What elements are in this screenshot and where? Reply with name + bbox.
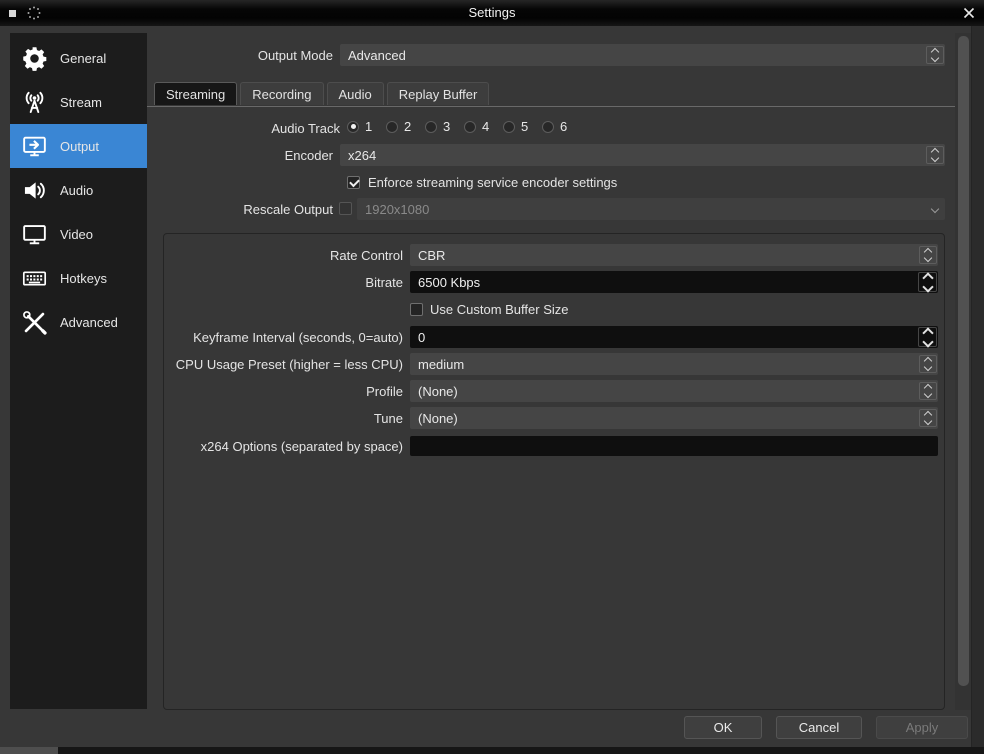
radio-label: 3 [443, 119, 450, 134]
profile-value: (None) [410, 384, 919, 399]
tab-streaming[interactable]: Streaming [154, 82, 237, 105]
sidebar-item-hotkeys[interactable]: Hotkeys [10, 256, 147, 300]
custom-buffer-size-label: Use Custom Buffer Size [430, 302, 568, 317]
encoder-label: Encoder [147, 148, 333, 163]
bitrate-label: Bitrate [170, 275, 403, 290]
horizontal-scrollbar-thumb[interactable] [0, 747, 58, 754]
radio-label: 4 [482, 119, 489, 134]
sidebar-item-label: Hotkeys [60, 271, 107, 286]
rate-control-value: CBR [410, 248, 919, 263]
tune-label: Tune [170, 411, 403, 426]
custom-buffer-size-checkbox[interactable] [410, 303, 423, 316]
sidebar-item-label: Stream [60, 95, 102, 110]
tabbar-baseline [147, 106, 955, 107]
output-tabbar: Streaming Recording Audio Replay Buffer [154, 82, 489, 105]
x264-options-input[interactable] [410, 436, 938, 456]
audio-track-radio-6[interactable]: 6 [542, 119, 581, 134]
gear-icon [16, 36, 52, 80]
cpu-usage-preset-label: CPU Usage Preset (higher = less CPU) [170, 357, 403, 372]
tab-recording[interactable]: Recording [240, 82, 323, 105]
window-bottom-edge [0, 747, 984, 754]
radio-label: 6 [560, 119, 567, 134]
broadcast-icon [16, 80, 52, 124]
sidebar-item-label: Video [60, 227, 93, 242]
rate-control-select[interactable]: CBR [410, 244, 938, 266]
spin-arrows-icon[interactable] [918, 272, 937, 292]
window-title: Settings [0, 0, 984, 26]
rescale-output-value: 1920x1080 [357, 202, 926, 217]
audio-track-radio-5[interactable]: 5 [503, 119, 542, 134]
vertical-scrollbar[interactable] [955, 33, 971, 710]
sidebar-item-stream[interactable]: Stream [10, 80, 147, 124]
tab-replay-buffer[interactable]: Replay Buffer [387, 82, 490, 105]
updown-arrows-icon[interactable] [919, 246, 937, 264]
sidebar-item-label: General [60, 51, 106, 66]
x264-options-label: x264 Options (separated by space) [170, 439, 403, 454]
enforce-encoder-settings-checkbox[interactable] [347, 176, 360, 189]
sidebar-item-advanced[interactable]: Advanced [10, 300, 147, 344]
enforce-encoder-settings-label: Enforce streaming service encoder settin… [368, 175, 617, 190]
sidebar-item-label: Output [60, 139, 99, 154]
rescale-output-checkbox[interactable] [339, 202, 352, 215]
keyframe-interval-label: Keyframe Interval (seconds, 0=auto) [170, 330, 403, 345]
rate-control-label: Rate Control [170, 248, 403, 263]
sidebar: General Stream Output [10, 33, 147, 709]
bitrate-spinbox[interactable]: 6500 Kbps [410, 271, 938, 293]
display-icon [16, 212, 52, 256]
output-mode-value: Advanced [340, 48, 926, 63]
tab-audio[interactable]: Audio [327, 82, 384, 105]
encoder-select[interactable]: x264 [340, 144, 945, 166]
radio-label: 1 [365, 119, 372, 134]
updown-arrows-icon[interactable] [926, 146, 944, 164]
cpu-usage-preset-select[interactable]: medium [410, 353, 938, 375]
sidebar-item-video[interactable]: Video [10, 212, 147, 256]
output-mode-label: Output Mode [147, 48, 333, 63]
sidebar-item-audio[interactable]: Audio [10, 168, 147, 212]
speaker-icon [16, 168, 52, 212]
window-right-edge [971, 26, 984, 748]
updown-arrows-icon[interactable] [919, 382, 937, 400]
cpu-usage-preset-value: medium [410, 357, 919, 372]
audio-track-label: Audio Track [147, 121, 340, 136]
radio-label: 5 [521, 119, 528, 134]
rescale-output-label: Rescale Output [147, 202, 333, 217]
keyframe-interval-value: 0 [410, 330, 918, 345]
sidebar-item-output[interactable]: Output [10, 124, 147, 168]
titlebar: Settings [0, 0, 984, 26]
profile-select[interactable]: (None) [410, 380, 938, 402]
radio-label: 2 [404, 119, 411, 134]
encoder-value: x264 [340, 148, 926, 163]
sidebar-item-label: Advanced [60, 315, 118, 330]
cancel-button[interactable]: Cancel [776, 716, 862, 739]
output-mode-select[interactable]: Advanced [340, 44, 945, 66]
bitrate-value: 6500 Kbps [410, 275, 918, 290]
profile-label: Profile [170, 384, 403, 399]
ok-button[interactable]: OK [684, 716, 762, 739]
keyframe-interval-spinbox[interactable]: 0 [410, 326, 938, 348]
audio-track-radio-1[interactable]: 1 [347, 119, 386, 134]
audio-track-radios: 1 2 3 4 5 6 [347, 119, 581, 134]
keyboard-icon [16, 256, 52, 300]
audio-track-radio-2[interactable]: 2 [386, 119, 425, 134]
sidebar-item-general[interactable]: General [10, 36, 147, 80]
tools-icon [16, 300, 52, 344]
tune-select[interactable]: (None) [410, 407, 938, 429]
settings-window: Settings General Stream [0, 0, 984, 754]
updown-arrows-icon[interactable] [926, 46, 944, 64]
spin-arrows-icon[interactable] [918, 327, 937, 347]
rescale-output-select: 1920x1080 [357, 198, 945, 220]
updown-arrows-icon[interactable] [919, 409, 937, 427]
updown-arrows-icon[interactable] [919, 355, 937, 373]
tune-value: (None) [410, 411, 919, 426]
audio-track-radio-4[interactable]: 4 [464, 119, 503, 134]
scrollbar-thumb[interactable] [958, 36, 969, 686]
dropdown-arrow-icon [926, 200, 944, 218]
apply-button[interactable]: Apply [876, 716, 968, 739]
sidebar-item-label: Audio [60, 183, 93, 198]
monitor-arrow-icon [16, 124, 52, 168]
close-icon[interactable] [961, 5, 977, 21]
audio-track-radio-3[interactable]: 3 [425, 119, 464, 134]
